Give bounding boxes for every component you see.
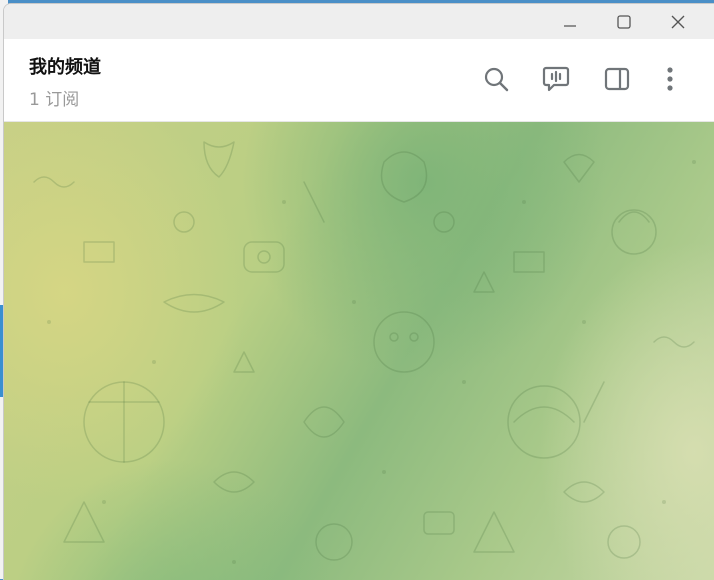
more-button[interactable] <box>652 61 688 97</box>
wallpaper-pattern <box>33 141 696 564</box>
channel-title[interactable]: 我的频道 <box>29 53 101 79</box>
search-icon <box>484 67 509 92</box>
subscriber-count: 1 订阅 <box>29 90 80 110</box>
maximize-icon <box>617 14 631 29</box>
minimize-icon <box>564 24 576 27</box>
search-button[interactable] <box>478 61 514 97</box>
maximize-button[interactable] <box>601 4 647 39</box>
side-panel-button[interactable] <box>599 61 635 97</box>
title-bar[interactable] <box>4 4 714 39</box>
close-icon <box>671 15 685 28</box>
live-stream-button[interactable] <box>538 61 574 97</box>
chat-wallpaper <box>4 122 714 580</box>
more-icon <box>667 67 673 91</box>
chat-header[interactable]: 我的频道 1 订阅 <box>4 39 714 122</box>
live-stream-icon <box>542 66 570 92</box>
minimize-button[interactable] <box>547 4 593 39</box>
side-panel-icon <box>604 67 630 91</box>
telegram-window: 我的频道 1 订阅 <box>3 3 714 580</box>
close-button[interactable] <box>655 4 701 39</box>
